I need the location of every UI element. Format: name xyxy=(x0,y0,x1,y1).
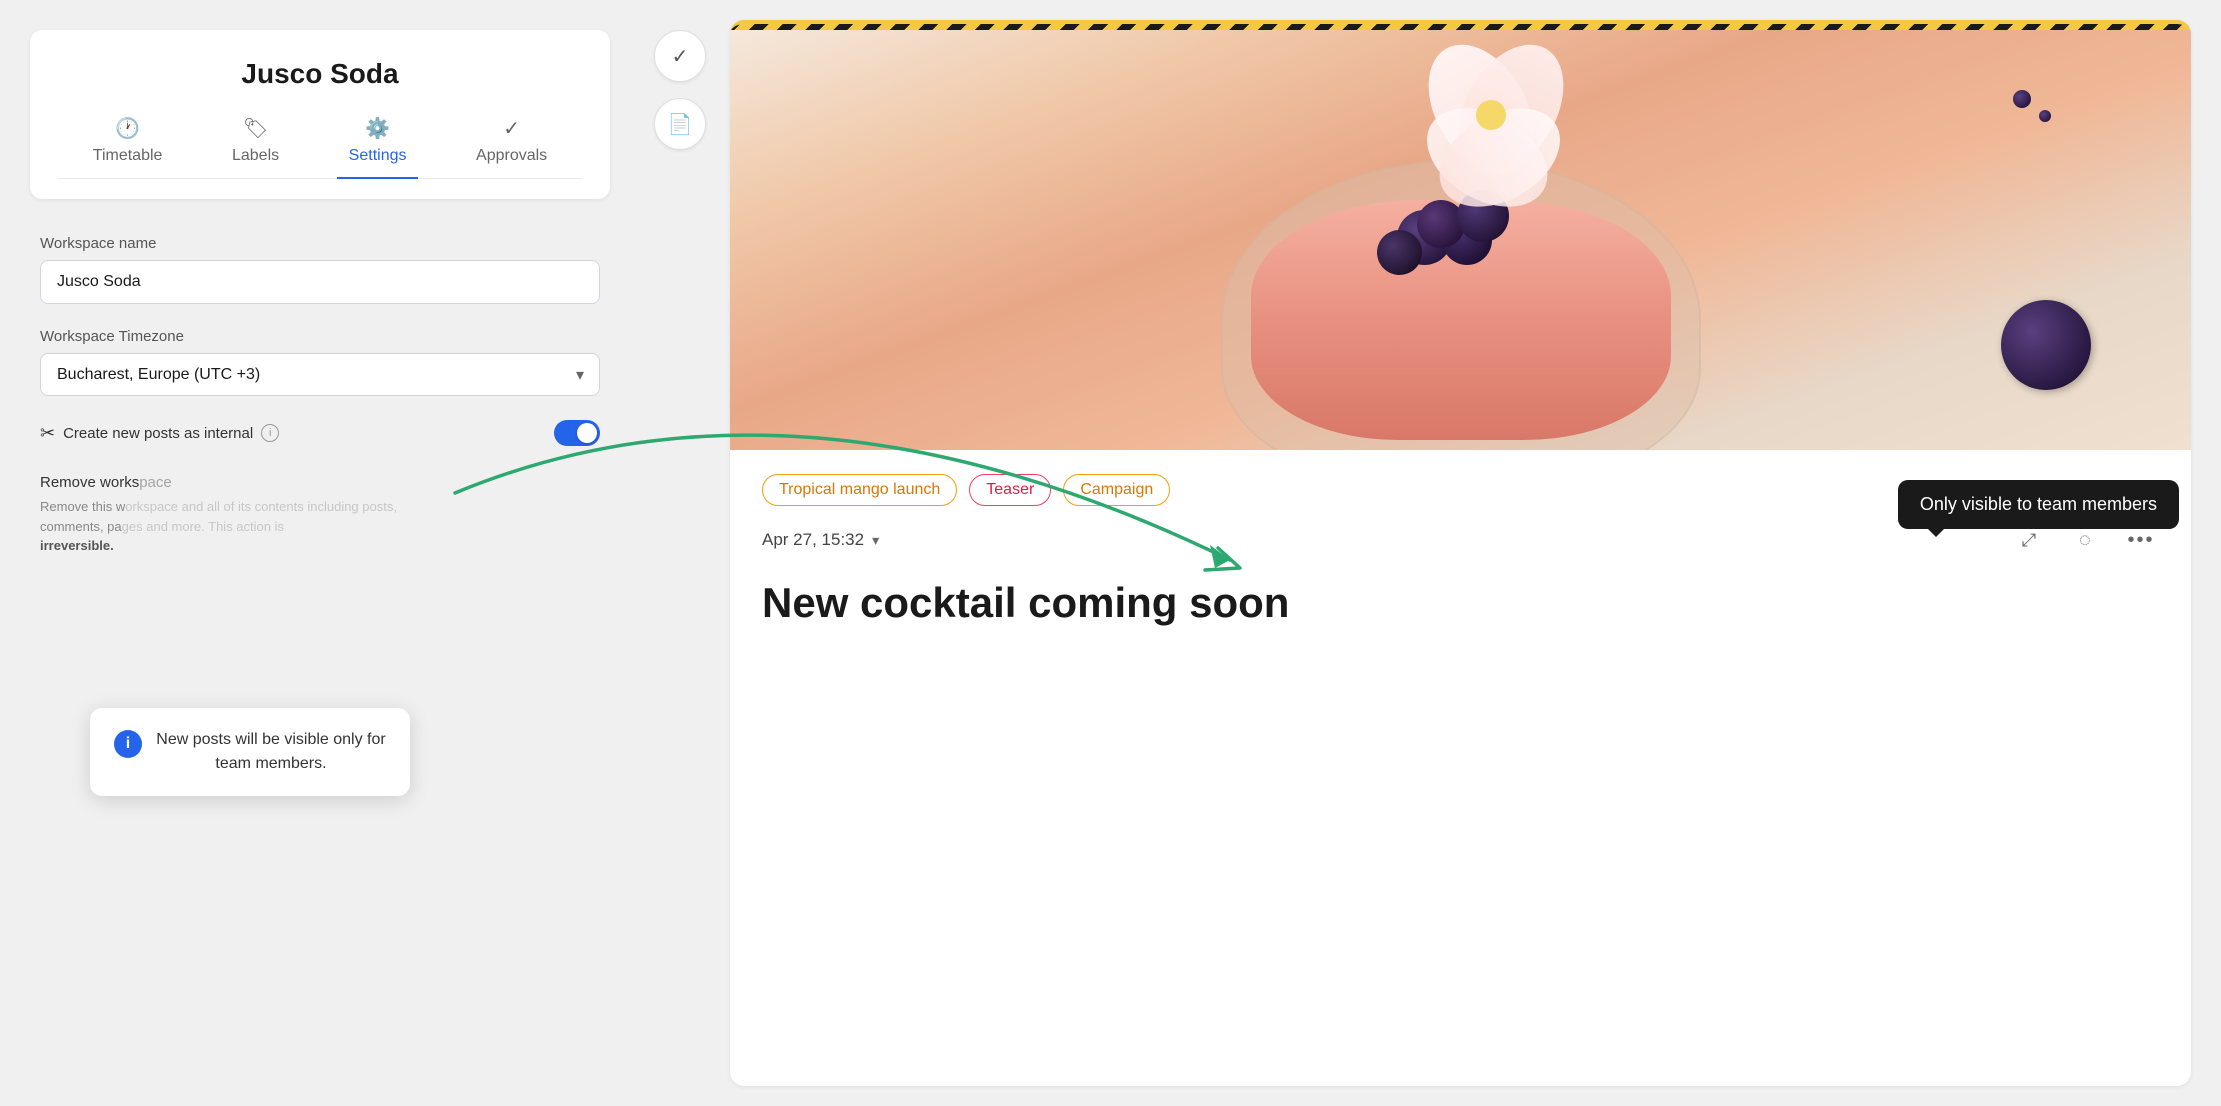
settings-icon: ⚙️ xyxy=(365,116,390,141)
document-icon: 📄 xyxy=(668,112,693,137)
tab-approvals[interactable]: ✓ Approvals xyxy=(464,108,559,179)
settings-section: Workspace name Workspace Timezone Buchar… xyxy=(30,235,610,446)
flower-center xyxy=(1476,100,1506,130)
create-internal-label: Create new posts as internal xyxy=(63,425,253,442)
post-card: Tropical mango launch Teaser Campaign On… xyxy=(730,20,2191,1086)
tab-timetable-label: Timetable xyxy=(93,147,163,165)
tag-tropical[interactable]: Tropical mango launch xyxy=(762,474,957,506)
date-chevron-icon: ▾ xyxy=(872,532,879,549)
tab-labels[interactable]: 🏷 Labels xyxy=(220,108,291,179)
check-icon: ✓ xyxy=(672,44,689,69)
workspace-name-label: Workspace name xyxy=(40,235,600,252)
timezone-select-wrapper: Bucharest, Europe (UTC +3) ▾ xyxy=(40,353,600,396)
post-image xyxy=(730,30,2191,450)
internal-toggle[interactable] xyxy=(554,420,600,446)
timetable-icon: 🕐 xyxy=(115,116,140,141)
irreversible-warning: irreversible. xyxy=(40,538,114,553)
toggle-row: ✂ Create new posts as internal i xyxy=(40,420,600,446)
eye-off-icon: ◌ xyxy=(2079,529,2091,552)
small-berry-2 xyxy=(2039,110,2051,122)
remove-workspace-title: Remove workspace xyxy=(40,474,600,491)
tag-teaser[interactable]: Teaser xyxy=(969,474,1051,506)
tab-timetable[interactable]: 🕐 Timetable xyxy=(81,108,175,179)
info-icon[interactable]: i xyxy=(261,424,279,442)
tab-approvals-label: Approvals xyxy=(476,147,547,165)
tab-settings[interactable]: ⚙️ Settings xyxy=(337,108,419,179)
workspace-title: Jusco Soda xyxy=(58,58,582,90)
tag-campaign[interactable]: Campaign xyxy=(1063,474,1170,506)
lone-berry xyxy=(2001,300,2091,390)
tooltip-popup-text: New posts will be visible only for team … xyxy=(156,728,386,776)
center-toolbar: ✓ 📄 xyxy=(640,0,720,1106)
more-icon: ••• xyxy=(2127,529,2154,552)
tabs-row: 🕐 Timetable 🏷 Labels ⚙️ Settings ✓ Appro… xyxy=(58,108,582,179)
workspace-name-input[interactable] xyxy=(40,260,600,304)
toggle-label: ✂ Create new posts as internal i xyxy=(40,423,544,444)
post-content: Tropical mango launch Teaser Campaign On… xyxy=(730,450,2191,1086)
tab-settings-label: Settings xyxy=(349,147,407,165)
left-panel: Jusco Soda 🕐 Timetable 🏷 Labels ⚙️ Setti… xyxy=(0,0,640,1106)
berry-4 xyxy=(1377,230,1422,275)
post-title: New cocktail coming soon xyxy=(762,578,2159,628)
remove-workspace-section: Remove workspace Remove this workspace a… xyxy=(30,474,610,556)
remove-workspace-desc: Remove this workspace and all of its con… xyxy=(40,497,600,556)
check-button[interactable]: ✓ xyxy=(654,30,706,82)
expand-icon: ⤢ xyxy=(2022,530,2036,551)
document-button[interactable]: 📄 xyxy=(654,98,706,150)
visibility-tooltip: Only visible to team members xyxy=(1898,480,2179,529)
workspace-timezone-select[interactable]: Bucharest, Europe (UTC +3) xyxy=(40,353,600,396)
date-display[interactable]: Apr 27, 15:32 ▾ xyxy=(762,530,879,550)
date-value: Apr 27, 15:32 xyxy=(762,530,864,550)
tooltip-info-icon: i xyxy=(114,730,142,758)
tags-row: Tropical mango launch Teaser Campaign On… xyxy=(762,474,2159,506)
tooltip-popup: i New posts will be visible only for tea… xyxy=(90,708,410,796)
approvals-icon: ✓ xyxy=(503,116,520,141)
workspace-card: Jusco Soda 🕐 Timetable 🏷 Labels ⚙️ Setti… xyxy=(30,30,610,199)
labels-icon: 🏷 xyxy=(243,116,268,141)
internal-post-icon: ✂ xyxy=(40,423,55,444)
right-panel: Tropical mango launch Teaser Campaign On… xyxy=(720,0,2221,1106)
workspace-timezone-label: Workspace Timezone xyxy=(40,328,600,345)
small-berry-1 xyxy=(2013,90,2031,108)
tab-labels-label: Labels xyxy=(232,147,279,165)
